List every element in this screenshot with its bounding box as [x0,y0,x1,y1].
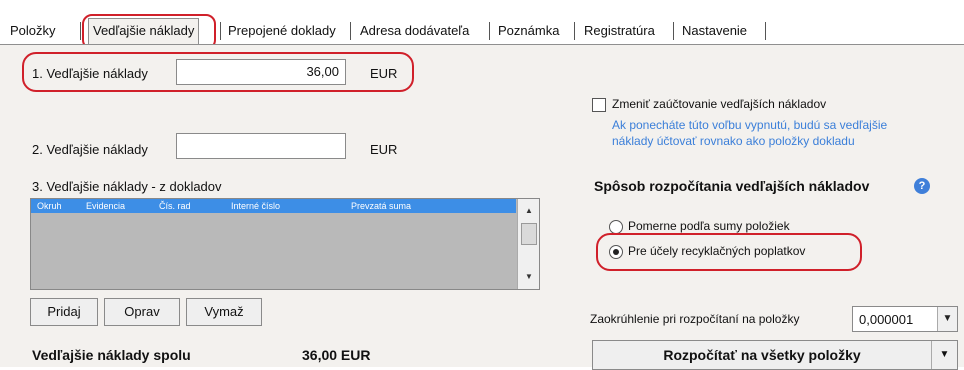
rounding-value: 0,000001 [859,312,914,327]
cost3-label: 3. Vedľajšie náklady - z dokladov [32,179,222,194]
column-okruh[interactable]: Okruh [37,199,62,213]
distribute-split-button[interactable]: Rozpočítať na všetky položky ▼ [592,340,958,370]
distribute-button[interactable]: Rozpočítať na všetky položky [593,341,931,369]
change-posting-checkbox[interactable] [592,98,606,112]
scroll-down-icon[interactable]: ▼ [521,269,537,285]
annotation-cost1-highlight [22,52,414,92]
add-button[interactable]: Pridaj [30,298,98,326]
tab-separator [489,22,490,40]
column-cis-rad[interactable]: Čís. rad [159,199,191,213]
annotation-recycling-highlight [596,233,862,271]
tab-separator [765,22,766,40]
tab-separator [220,22,221,40]
cost2-input[interactable] [176,133,346,159]
column-interne-cislo[interactable]: Interné číslo [231,199,280,213]
tab-separator [673,22,674,40]
rounding-label: Zaokrúhlenie pri rozpočítaní na položky [590,312,800,326]
change-posting-label[interactable]: Zmeniť zaúčtovanie vedľajších nákladov [612,97,826,111]
chevron-down-icon[interactable]: ▼ [937,307,957,331]
column-evidencia[interactable]: Evidencia [86,199,125,213]
tab-separator [574,22,575,40]
column-prevzata-suma[interactable]: Prevzatá suma [351,199,411,213]
radio-proportional-label[interactable]: Pomerne podľa sumy položiek [628,219,790,233]
tab-separator [350,22,351,40]
tab-adresa-dodavatela[interactable]: Adresa dodávateľa [356,20,473,42]
cost2-label: 2. Vedľajšie náklady [32,142,148,157]
edit-button[interactable]: Oprav [104,298,180,326]
tab-separator [80,22,81,40]
change-posting-hint-2: náklady účtovať rovnako ako položky dokl… [612,134,855,148]
total-label: Vedľajšie náklady spolu [32,347,191,363]
tab-nastavenie[interactable]: Nastavenie [678,20,751,42]
total-value: 36,00 EUR [302,347,371,363]
radio-proportional[interactable] [609,220,623,234]
tab-prepojene-doklady[interactable]: Prepojené doklady [224,20,340,42]
scroll-thumb[interactable] [521,223,537,245]
scroll-up-icon[interactable]: ▲ [521,203,537,219]
tab-registratura[interactable]: Registratúra [580,20,659,42]
grid-scrollbar[interactable]: ▲ ▼ [517,199,539,289]
grid-header: Okruh Evidencia Čís. rad Interné číslo P… [31,199,516,213]
change-posting-hint-1: Ak ponecháte túto voľbu vypnutú, budú sa… [612,118,888,132]
delete-button[interactable]: Vymaž [186,298,262,326]
help-icon[interactable]: ? [914,178,930,194]
documents-grid[interactable]: Okruh Evidencia Čís. rad Interné číslo P… [30,198,540,290]
rounding-select[interactable]: 0,000001 ▼ [852,306,958,332]
chevron-down-icon[interactable]: ▼ [931,341,957,369]
tab-poznamka[interactable]: Poznámka [494,20,563,42]
cost2-currency: EUR [370,142,398,157]
allocation-title: Spôsob rozpočítania vedľajších nákladov [594,178,870,194]
tab-polozky[interactable]: Položky [6,20,60,42]
